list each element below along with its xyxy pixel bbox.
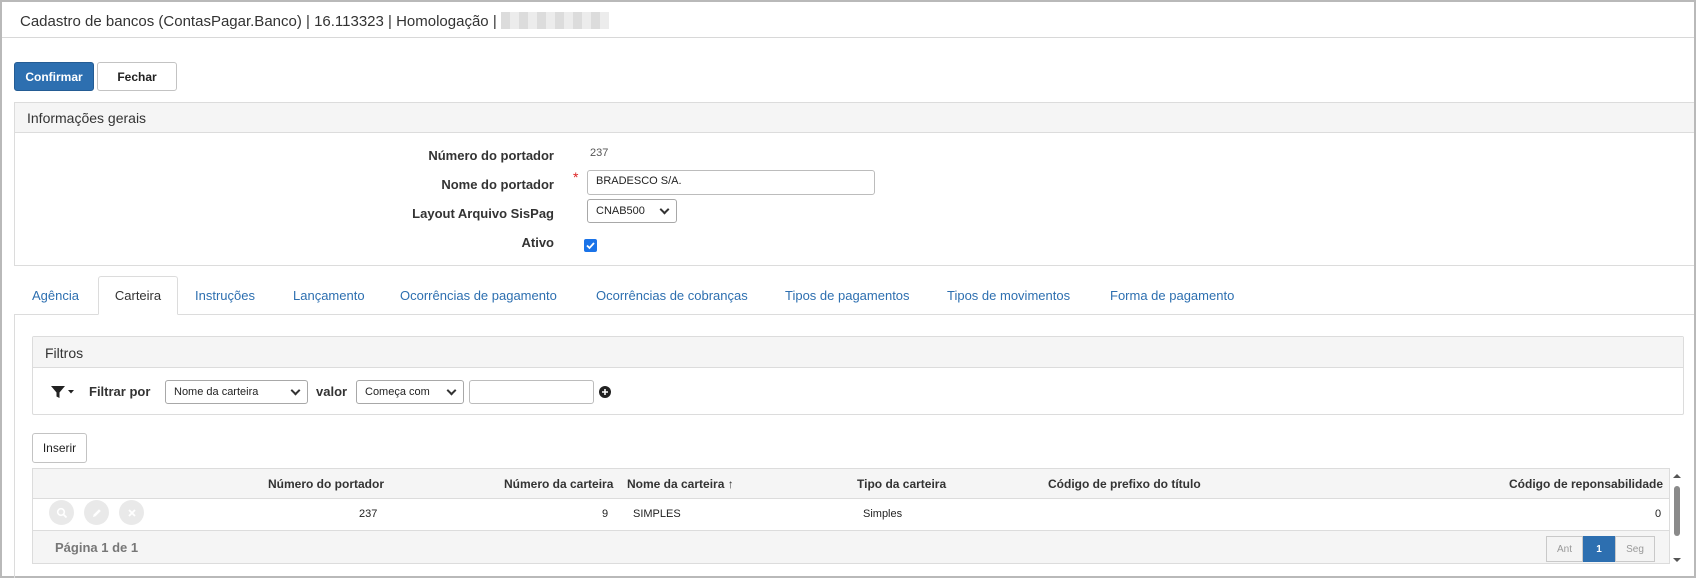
add-filter-button[interactable] bbox=[599, 386, 611, 398]
active-label: Ativo bbox=[521, 235, 555, 250]
close-icon bbox=[127, 508, 136, 517]
cell-codigo-responsabilidade: 0 bbox=[1655, 508, 1662, 520]
chevron-down-icon bbox=[659, 204, 670, 214]
tab-lancamento[interactable]: Lançamento bbox=[293, 288, 365, 303]
cell-numero-portador: 237 bbox=[359, 508, 378, 520]
tab-forma-pagamento[interactable]: Forma de pagamento bbox=[1110, 288, 1234, 303]
required-indicator: * bbox=[573, 169, 579, 185]
next-page-button[interactable]: Seg bbox=[1615, 536, 1655, 562]
window-frame: Cadastro de bancos (ContasPagar.Banco) |… bbox=[0, 0, 1696, 578]
cell-numero-carteira: 9 bbox=[602, 508, 609, 520]
window-title: Cadastro de bancos (ContasPagar.Banco) |… bbox=[20, 13, 497, 30]
value-label: valor bbox=[316, 384, 348, 399]
col-codigo-prefixo[interactable]: Código de prefixo do título bbox=[1048, 477, 1201, 491]
tab-tipos-movimentos[interactable]: Tipos de movimentos bbox=[947, 288, 1070, 303]
cell-nome-carteira: SIMPLES bbox=[633, 508, 681, 520]
col-codigo-responsabilidade[interactable]: Código de reponsabilidade bbox=[1509, 477, 1663, 491]
insert-button[interactable]: Inserir bbox=[32, 433, 87, 463]
col-nome-carteira[interactable]: Nome da carteira ↑ bbox=[627, 477, 734, 491]
layout-sispag-select[interactable]: CNAB500 bbox=[587, 199, 677, 223]
active-checkbox[interactable] bbox=[584, 239, 597, 252]
checkmark-icon bbox=[586, 242, 595, 250]
layout-sispag-label: Layout Arquivo SisPag bbox=[412, 206, 554, 221]
tab-carteira[interactable]: Carteira bbox=[98, 276, 178, 315]
filter-operator-value: Começa com bbox=[365, 386, 430, 398]
filter-by-label: Filtrar por bbox=[89, 384, 151, 399]
pencil-icon bbox=[92, 508, 101, 517]
col-tipo-carteira[interactable]: Tipo da carteira bbox=[857, 477, 946, 491]
view-row-button[interactable] bbox=[49, 500, 74, 525]
redacted-user-block bbox=[500, 12, 609, 29]
col-nome-carteira-label: Nome da carteira bbox=[627, 477, 725, 491]
tab-ocorrencias-pagamento[interactable]: Ocorrências de pagamento bbox=[400, 288, 557, 303]
filter-icon bbox=[51, 386, 65, 398]
window-titlebar: Cadastro de bancos (ContasPagar.Banco) |… bbox=[2, 2, 1694, 38]
layout-sispag-value: CNAB500 bbox=[596, 205, 645, 217]
tab-ocorrencias-cobrancas[interactable]: Ocorrências de cobranças bbox=[596, 288, 748, 303]
grid-header: Número do portador Número da carteira No… bbox=[33, 469, 1669, 499]
caret-down-icon bbox=[68, 390, 74, 394]
grid-scrollbar[interactable] bbox=[1670, 472, 1684, 568]
tab-instrucoes[interactable]: Instruções bbox=[195, 288, 255, 303]
scrollbar-track bbox=[1673, 474, 1681, 562]
search-icon bbox=[56, 507, 67, 518]
edit-row-button[interactable] bbox=[84, 500, 109, 525]
chevron-down-icon bbox=[446, 385, 457, 395]
chevron-down-icon bbox=[290, 385, 301, 395]
portador-name-label: Nome do portador bbox=[441, 177, 554, 192]
sort-asc-icon: ↑ bbox=[727, 477, 734, 491]
tab-agencia[interactable]: Agência bbox=[32, 288, 79, 303]
filter-value-input[interactable] bbox=[469, 380, 594, 404]
col-numero-carteira[interactable]: Número da carteira bbox=[504, 477, 613, 491]
cell-tipo-carteira: Simples bbox=[863, 508, 903, 520]
filter-field-select[interactable]: Nome da carteira bbox=[165, 380, 308, 404]
page-info: Página 1 de 1 bbox=[55, 540, 139, 555]
filter-menu-button[interactable] bbox=[50, 383, 76, 401]
col-numero-portador[interactable]: Número do portador bbox=[268, 477, 384, 491]
carteira-grid: Número do portador Número da carteira No… bbox=[32, 468, 1670, 564]
current-page-button[interactable]: 1 bbox=[1583, 536, 1615, 562]
filters-header: Filtros bbox=[33, 337, 1683, 368]
filter-field-value: Nome da carteira bbox=[174, 386, 259, 398]
grid-footer: Página 1 de 1 Ant 1 Seg bbox=[33, 530, 1669, 563]
confirm-button[interactable]: Confirmar bbox=[14, 62, 94, 91]
tab-tipos-pagamentos[interactable]: Tipos de pagamentos bbox=[785, 288, 910, 303]
general-info-header: Informações gerais bbox=[15, 103, 1694, 133]
delete-row-button[interactable] bbox=[119, 500, 144, 525]
portador-number-label: Número do portador bbox=[428, 148, 554, 163]
close-button[interactable]: Fechar bbox=[97, 62, 177, 91]
plus-circle-icon bbox=[602, 389, 608, 395]
portador-name-input[interactable]: BRADESCO S/A. bbox=[587, 170, 875, 195]
prev-page-button[interactable]: Ant bbox=[1546, 536, 1583, 562]
filter-operator-select[interactable]: Começa com bbox=[356, 380, 464, 404]
portador-number-value: 237 bbox=[590, 147, 609, 159]
